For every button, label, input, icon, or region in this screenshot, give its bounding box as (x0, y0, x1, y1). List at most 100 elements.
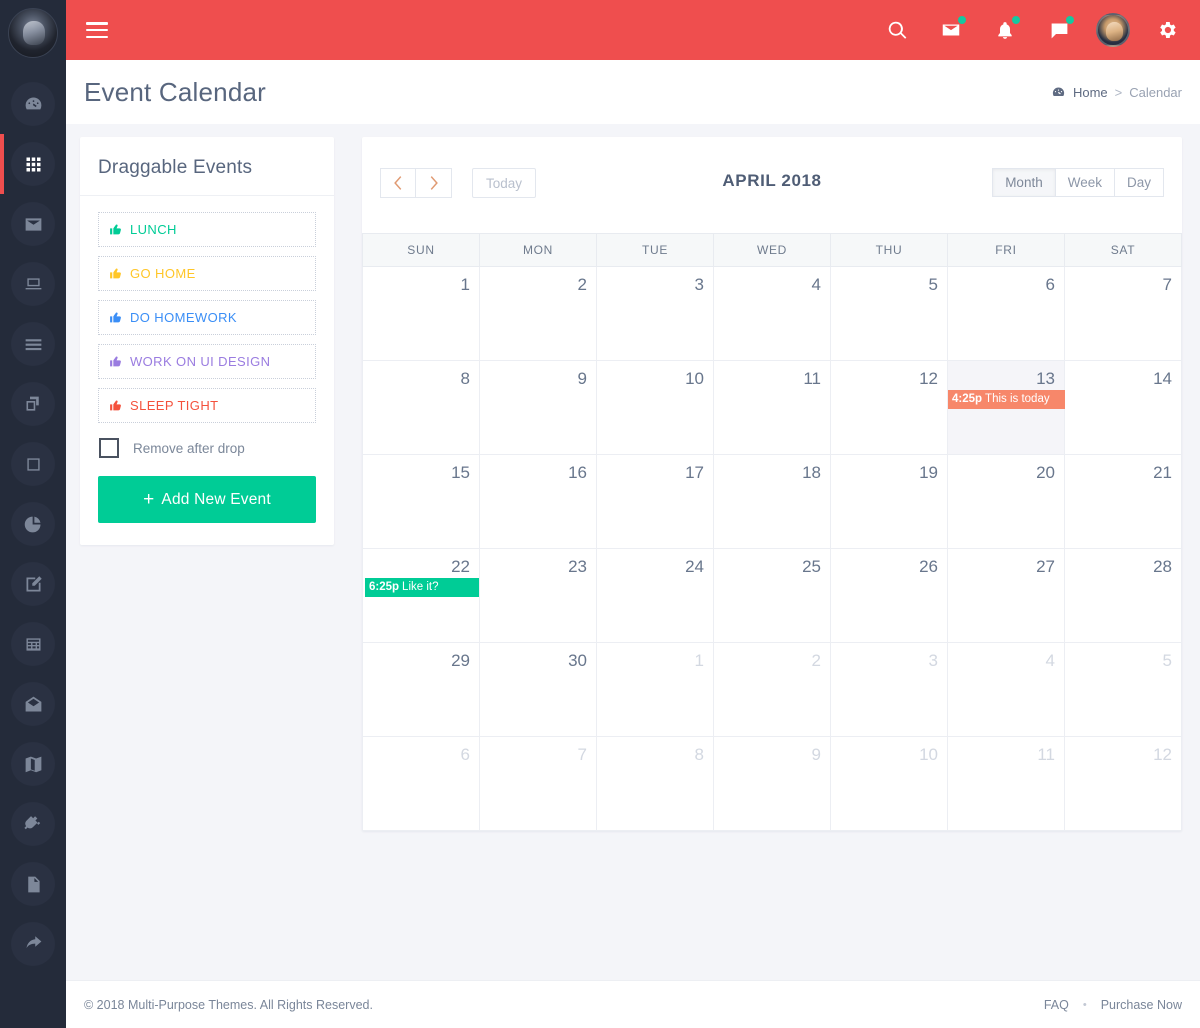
calendar-day-cell[interactable]: 15 (362, 454, 480, 549)
calendar-day-cell[interactable]: 30 (479, 642, 597, 737)
calendar-day-number: 22 (451, 557, 470, 576)
sidebar-item-dashboard[interactable] (0, 74, 66, 134)
calendar-day-cell[interactable]: 8 (362, 360, 480, 455)
calendar-day-cell[interactable]: 5 (830, 266, 948, 361)
calendar-view-month[interactable]: Month (992, 168, 1056, 197)
hamburger-icon[interactable] (86, 22, 108, 38)
calendar-toolbar: Today APRIL 2018 Month Week Day (362, 151, 1182, 233)
calendar-day-cell[interactable]: 1 (596, 642, 714, 737)
sidebar-item-pages[interactable] (0, 374, 66, 434)
chat-icon[interactable] (1042, 13, 1076, 47)
calendar-event[interactable]: 4:25p This is today (948, 390, 1065, 409)
calendar-day-cell[interactable]: 27 (947, 548, 1065, 643)
calendar-day-cell[interactable]: 19 (830, 454, 948, 549)
calendar-day-cell[interactable]: 28 (1064, 548, 1182, 643)
calendar-day-cell[interactable]: 6 (362, 736, 480, 831)
sidebar-item-maps[interactable] (0, 734, 66, 794)
calendar-day-number: 21 (1153, 463, 1172, 482)
remove-after-drop-checkbox[interactable] (99, 438, 119, 458)
calendar-day-cell[interactable]: 13 4:25p This is today (947, 360, 1065, 455)
gear-icon[interactable] (1150, 13, 1184, 47)
draggable-event-item[interactable]: SLEEP TIGHT (98, 388, 316, 423)
footer-links: FAQ • Purchase Now (1044, 998, 1182, 1012)
footer-link-faq[interactable]: FAQ (1044, 998, 1069, 1012)
calendar-day-cell[interactable]: 12 (830, 360, 948, 455)
calendar-day-number: 1 (694, 651, 704, 670)
calendar-day-cell[interactable]: 10 (596, 360, 714, 455)
calendar-day-cell[interactable]: 14 (1064, 360, 1182, 455)
calendar-day-cell[interactable]: 11 (947, 736, 1065, 831)
add-new-event-button[interactable]: + Add New Event (98, 476, 316, 523)
draggable-event-item[interactable]: GO HOME (98, 256, 316, 291)
mail-icon[interactable] (934, 13, 968, 47)
calendar-day-cell[interactable]: 8 (596, 736, 714, 831)
calendar-day-cell[interactable]: 4 (947, 642, 1065, 737)
sidebar-item-charts[interactable] (0, 494, 66, 554)
calendar-day-cell[interactable]: 3 (596, 266, 714, 361)
draggable-event-item[interactable]: WORK ON UI DESIGN (98, 344, 316, 379)
envelope-icon-bubble (11, 202, 55, 246)
calendar-day-cell[interactable]: 11 (713, 360, 831, 455)
calendar-view-week[interactable]: Week (1055, 168, 1115, 197)
calendar-day-cell[interactable]: 22 6:25p Like it? (362, 548, 480, 643)
sidebar-item-apps[interactable] (0, 134, 66, 194)
calendar-day-number: 16 (568, 463, 587, 482)
sidebar-item-forms[interactable] (0, 554, 66, 614)
calendar-day-cell[interactable]: 3 (830, 642, 948, 737)
calendar-day-cell[interactable]: 1 (362, 266, 480, 361)
calendar-day-cell[interactable]: 21 (1064, 454, 1182, 549)
calendar-day-cell[interactable]: 4 (713, 266, 831, 361)
calendar-day-cell[interactable]: 25 (713, 548, 831, 643)
sidebar-item-list[interactable] (0, 314, 66, 374)
calendar-day-number: 15 (451, 463, 470, 482)
calendar-view-day[interactable]: Day (1114, 168, 1164, 197)
calendar-event-time: 6:25p (369, 581, 400, 593)
calendar-day-number: 14 (1153, 369, 1172, 388)
calendar-day-cell[interactable]: 9 (713, 736, 831, 831)
thumbs-up-icon (110, 268, 121, 279)
calendar-day-cell[interactable]: 6 (947, 266, 1065, 361)
calendar-day-cell[interactable]: 23 (479, 548, 597, 643)
calendar-day-cell[interactable]: 17 (596, 454, 714, 549)
calendar-event[interactable]: 6:25p Like it? (365, 578, 479, 597)
sidebar-user-avatar[interactable] (8, 8, 58, 58)
sidebar-item-plugins[interactable] (0, 794, 66, 854)
calendar-day-cell[interactable]: 29 (362, 642, 480, 737)
sidebar-item-mail[interactable] (0, 194, 66, 254)
sidebar-item-ui[interactable] (0, 254, 66, 314)
sidebar-item-components[interactable] (0, 434, 66, 494)
calendar-day-cell[interactable]: 2 (479, 266, 597, 361)
calendar-day-cell[interactable]: 12 (1064, 736, 1182, 831)
calendar-day-cell[interactable]: 7 (479, 736, 597, 831)
thumbs-up-icon (110, 312, 121, 323)
calendar-day-cell[interactable]: 9 (479, 360, 597, 455)
calendar-day-number: 6 (1045, 275, 1055, 294)
plug-icon (23, 815, 40, 829)
search-icon[interactable] (880, 13, 914, 47)
breadcrumb-home[interactable]: Home (1073, 85, 1108, 100)
topbar-user-avatar[interactable] (1096, 13, 1130, 47)
calendar-day-cell[interactable]: 10 (830, 736, 948, 831)
sidebar-item-more[interactable] (0, 914, 66, 974)
file-icon (27, 876, 40, 892)
draggable-event-item[interactable]: DO HOMEWORK (98, 300, 316, 335)
calendar-day-cell[interactable]: 16 (479, 454, 597, 549)
calendar-day-cell[interactable]: 24 (596, 548, 714, 643)
calendar-day-cell[interactable]: 5 (1064, 642, 1182, 737)
calendar-week-row: 22 6:25p Like it? 23 24 25 26 27 28 (362, 548, 1182, 643)
breadcrumb-current: Calendar (1129, 84, 1182, 100)
file-icon-bubble (11, 862, 55, 906)
calendar-day-cell[interactable]: 7 (1064, 266, 1182, 361)
footer-copyright: © 2018 Multi-Purpose Themes. All Rights … (84, 997, 373, 1012)
calendar-week-row: 1 2 3 4 5 6 7 (362, 266, 1182, 361)
sidebar-item-inbox[interactable] (0, 674, 66, 734)
sidebar-item-tables[interactable] (0, 614, 66, 674)
calendar-day-cell[interactable]: 18 (713, 454, 831, 549)
draggable-event-item[interactable]: LUNCH (98, 212, 316, 247)
calendar-day-cell[interactable]: 20 (947, 454, 1065, 549)
calendar-day-cell[interactable]: 2 (713, 642, 831, 737)
sidebar-item-pages-extra[interactable] (0, 854, 66, 914)
footer-link-purchase[interactable]: Purchase Now (1101, 998, 1182, 1012)
calendar-day-cell[interactable]: 26 (830, 548, 948, 643)
bell-icon[interactable] (988, 13, 1022, 47)
